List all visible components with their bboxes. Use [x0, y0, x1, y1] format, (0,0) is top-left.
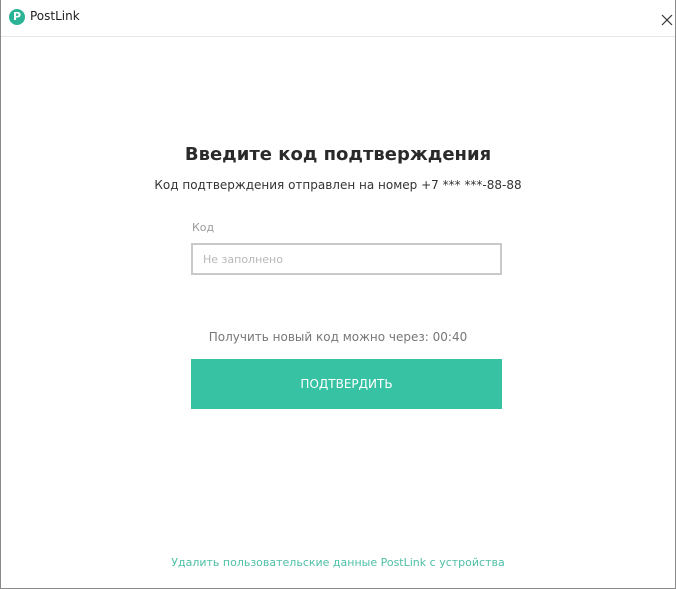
code-sent-message: Код подтверждения отправлен на номер +7 …: [154, 178, 522, 192]
postlink-logo-icon: P: [9, 9, 25, 25]
page-title: Введите код подтверждения: [184, 144, 492, 165]
confirm-button[interactable]: ПОДТВЕРДИТЬ: [191, 359, 502, 409]
resend-timer-text: Получить новый код можно через: 00:40: [208, 330, 468, 344]
code-field-label: Код: [192, 221, 215, 234]
close-icon: [661, 14, 673, 26]
code-input[interactable]: [191, 243, 502, 275]
app-window: P PostLink Введите код подтверждения Код…: [0, 0, 676, 589]
title-bar: P PostLink: [1, 0, 675, 37]
close-button[interactable]: [659, 12, 675, 28]
delete-user-data-link[interactable]: Удалить пользовательские данные PostLink…: [1, 556, 675, 569]
window-title: PostLink: [30, 9, 80, 23]
